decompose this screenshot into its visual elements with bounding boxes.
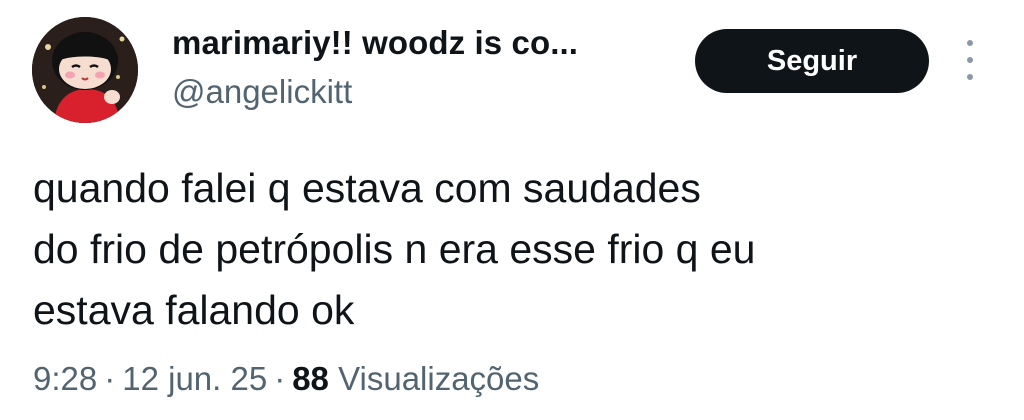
separator: ·	[274, 360, 286, 397]
views-count: 88	[292, 360, 329, 397]
author-display-name[interactable]: marimariy!! woodz is co...	[172, 24, 578, 62]
tweet-text-line: estava falando ok	[33, 287, 355, 333]
separator: ·	[104, 360, 116, 397]
tweet-date[interactable]: 12 jun. 25	[122, 360, 267, 397]
tweet-card: marimariy!! woodz is co... @angelickitt …	[0, 0, 1024, 420]
dot	[967, 74, 973, 80]
author-handle[interactable]: @angelickitt	[172, 73, 352, 111]
cartoon-doll-avatar-icon	[32, 17, 138, 123]
dot	[967, 57, 973, 63]
tweet-time[interactable]: 9:28	[33, 360, 97, 397]
tweet-text-line: do frio de petrópolis n era esse frio q …	[33, 226, 756, 272]
dot	[967, 40, 973, 46]
follow-button[interactable]: Seguir	[695, 29, 929, 93]
tweet-text: quando falei q estava com saudades do fr…	[33, 158, 933, 341]
views-label: Visualizações	[338, 360, 540, 397]
tweet-meta: 9:28 · 12 jun. 25 · 88 Visualizações	[33, 360, 539, 398]
user-avatar[interactable]	[32, 17, 138, 123]
tweet-text-line: quando falei q estava com saudades	[33, 165, 701, 211]
vertical-dots-icon[interactable]	[958, 40, 982, 80]
